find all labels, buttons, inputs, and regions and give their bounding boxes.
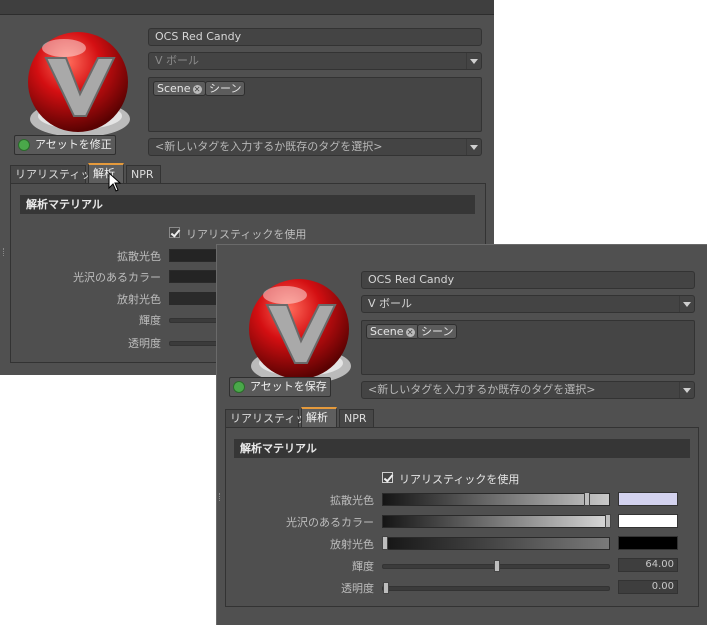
tag-label: Scene [157, 82, 191, 95]
glossy-color-swatch[interactable] [618, 514, 678, 528]
close-icon[interactable]: ✕ [405, 328, 415, 337]
tab-npr[interactable]: NPR [126, 165, 161, 183]
emissive-slider-thumb[interactable] [382, 536, 388, 550]
glossy-color-bar[interactable] [382, 514, 611, 528]
resize-grip[interactable] [3, 248, 6, 256]
emissive-color-swatch[interactable] [618, 536, 678, 550]
shape-dropdown[interactable]: V ボール [148, 52, 482, 70]
tab-analysis[interactable]: 解析 [301, 407, 337, 427]
glossy-slider-thumb[interactable] [605, 514, 611, 528]
modify-asset-label: アセットを修正 [35, 138, 112, 151]
transparency-slider[interactable] [382, 582, 610, 594]
brightness-slider[interactable] [382, 560, 610, 572]
refresh-icon [233, 381, 245, 393]
emissive-label: 放射光色 [117, 293, 161, 306]
diffuse-slider-thumb[interactable] [584, 492, 590, 506]
brightness-label: 輝度 [139, 314, 161, 327]
emissive-label: 放射光色 [330, 538, 374, 551]
use-realistic-label: リアリスティックを使用 [399, 473, 520, 486]
material-name-field[interactable]: OCS Red Candy [148, 28, 482, 46]
tag-chip-scene-ja[interactable]: シーン [205, 81, 246, 96]
chevron-down-icon [466, 53, 481, 69]
material-preview-ball [28, 32, 130, 137]
glossy-label: 光沢のあるカラー [73, 271, 161, 284]
material-name-field[interactable]: OCS Red Candy [361, 271, 695, 289]
transparency-value[interactable]: 0.00 [618, 580, 678, 594]
transparency-label: 透明度 [341, 582, 374, 595]
material-preview-ball [249, 279, 351, 384]
analysis-content: 解析マテリアル リアリスティックを使用 拡散光色 光沢のあるカラー 放射光色 輝… [225, 427, 699, 607]
tag-chip-scene[interactable]: Scene ✕ [153, 81, 206, 96]
tag-input-dropdown[interactable]: <新しいタグを入力するか既存のタグを選択> [361, 381, 695, 399]
close-icon[interactable]: ✕ [192, 85, 202, 94]
shape-dropdown-value: V ボール [368, 297, 413, 310]
brightness-label: 輝度 [352, 560, 374, 573]
transparency-slider-thumb[interactable] [383, 582, 389, 594]
save-asset-label: アセットを保存 [250, 380, 327, 393]
tag-list[interactable]: Scene ✕ シーン [148, 77, 482, 132]
brightness-value[interactable]: 64.00 [618, 558, 678, 572]
modify-asset-button[interactable]: アセットを修正 [14, 135, 116, 155]
use-realistic-checkbox[interactable] [382, 472, 393, 483]
tag-chip-scene-ja[interactable]: シーン [417, 324, 458, 339]
window-top-bar [0, 0, 494, 15]
tag-chip-scene[interactable]: Scene ✕ [366, 324, 419, 339]
shape-dropdown-value: V ボール [155, 54, 200, 67]
resize-grip[interactable] [219, 493, 222, 501]
tag-input-placeholder: <新しいタグを入力するか既存のタグを選択> [368, 383, 596, 396]
tab-npr[interactable]: NPR [339, 409, 374, 427]
diffuse-color-bar[interactable] [382, 492, 610, 506]
tag-list[interactable]: Scene ✕ シーン [361, 320, 695, 375]
tag-input-dropdown[interactable]: <新しいタグを入力するか既存のタグを選択> [148, 138, 482, 156]
diffuse-color-swatch[interactable] [618, 492, 678, 506]
use-realistic-label: リアリスティックを使用 [186, 228, 307, 241]
save-asset-button[interactable]: アセットを保存 [229, 377, 331, 397]
transparency-label: 透明度 [128, 337, 161, 350]
section-header: 解析マテリアル [20, 195, 475, 214]
tab-realistic[interactable]: リアリスティック [225, 409, 317, 427]
refresh-icon [18, 139, 30, 151]
mouse-pointer-icon [108, 172, 122, 192]
chevron-down-icon [679, 382, 694, 398]
tag-input-placeholder: <新しいタグを入力するか既存のタグを選択> [155, 140, 383, 153]
use-realistic-checkbox[interactable] [169, 227, 180, 238]
tag-label: Scene [370, 325, 404, 338]
shape-dropdown[interactable]: V ボール [361, 295, 695, 313]
tag-label: シーン [421, 325, 454, 338]
chevron-down-icon [466, 139, 481, 155]
diffuse-label: 拡散光色 [330, 494, 374, 507]
chevron-down-icon [679, 296, 694, 312]
glossy-label: 光沢のあるカラー [286, 516, 374, 529]
emissive-color-bar[interactable] [382, 536, 610, 550]
tag-label: シーン [209, 82, 242, 95]
section-header: 解析マテリアル [234, 439, 690, 458]
diffuse-label: 拡散光色 [117, 250, 161, 263]
tab-realistic[interactable]: リアリスティック [10, 165, 102, 183]
brightness-slider-thumb[interactable] [494, 560, 500, 572]
material-editor-front: アセットを保存 OCS Red Candy V ボール Scene ✕ シーン <… [216, 244, 707, 625]
